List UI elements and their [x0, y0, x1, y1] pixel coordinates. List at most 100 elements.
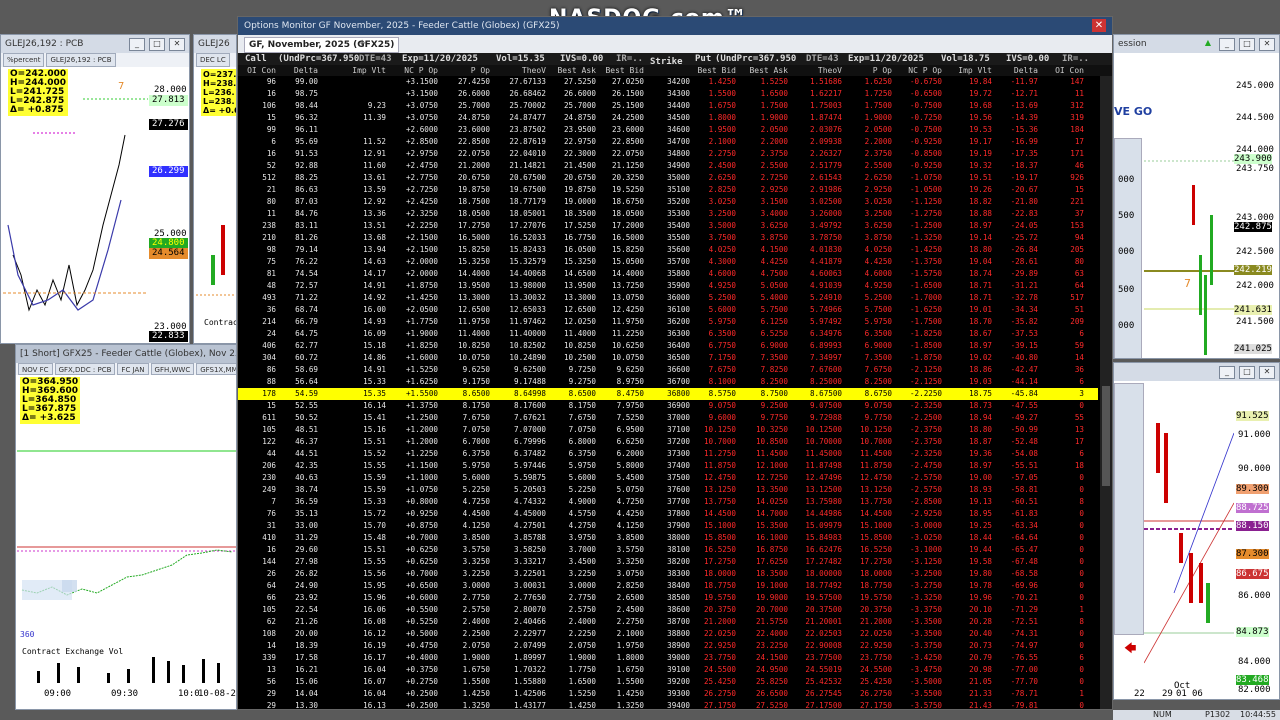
call-cell[interactable]: 13.30	[266, 700, 318, 709]
call-cell[interactable]: 87.03	[266, 196, 318, 208]
call-cell[interactable]: 20.6750	[544, 172, 596, 184]
call-cell[interactable]: 56.64	[266, 376, 318, 388]
put-cell[interactable]: 12.4750	[840, 472, 892, 484]
call-cell[interactable]: 14.92	[334, 292, 386, 304]
put-cell[interactable]: 15.8500	[840, 532, 892, 544]
call-cell[interactable]: 1.9000	[438, 652, 490, 664]
call-cell[interactable]: +0.6250	[386, 556, 438, 568]
call-cell[interactable]: +0.4000	[386, 652, 438, 664]
call-cell[interactable]: +1.5250	[386, 364, 438, 376]
call-cell[interactable]: 11.4000	[438, 328, 490, 340]
option-row[interactable]: 304 60.72 14.86 +1.6000 10.0750 10.24890 10.25…	[238, 352, 1098, 364]
put-cell[interactable]: 6.9000	[840, 340, 892, 352]
put-cell[interactable]: 5.7500	[736, 304, 788, 316]
put-cell[interactable]: 8	[1032, 496, 1084, 508]
call-cell[interactable]: 7.67621	[494, 412, 546, 424]
put-cell[interactable]: 6.89993	[790, 340, 842, 352]
put-cell[interactable]: 19.36	[940, 448, 992, 460]
put-cell[interactable]: -35.82	[986, 316, 1038, 328]
call-cell[interactable]: 1.6500	[544, 676, 596, 688]
call-cell[interactable]: 40.63	[266, 472, 318, 484]
call-cell[interactable]: 9.2750	[544, 376, 596, 388]
put-cell[interactable]: -2.1250	[890, 376, 942, 388]
put-cell[interactable]: 19.51	[940, 172, 992, 184]
call-cell[interactable]: 15.35	[334, 388, 386, 400]
put-cell[interactable]: 17	[1032, 136, 1084, 148]
call-cell[interactable]: 18.0500	[438, 208, 490, 220]
call-cell[interactable]: 15.59	[334, 484, 386, 496]
option-row[interactable]: 339 17.58 16.17 +0.4000 1.9000 1.89997 1.9000 1…	[238, 652, 1098, 664]
strike-cell[interactable]: 37700	[638, 496, 690, 508]
put-cell[interactable]: 21.2000	[684, 616, 736, 628]
call-cell[interactable]: 5.6000	[438, 472, 490, 484]
call-cell[interactable]: 26.6000	[438, 88, 490, 100]
call-cell[interactable]: 23.6000	[592, 124, 644, 136]
put-cell[interactable]: 24.1500	[736, 652, 788, 664]
call-cell[interactable]: 9.1750	[438, 376, 490, 388]
call-cell[interactable]: 44.51	[266, 448, 318, 460]
call-col-header[interactable]: Best Bid	[594, 65, 644, 76]
call-cell[interactable]: 19.67500	[494, 184, 546, 196]
put-cell[interactable]: 6	[1032, 448, 1084, 460]
put-cell[interactable]: 18.82	[940, 196, 992, 208]
put-cell[interactable]: 2.6250	[684, 172, 736, 184]
put-cell[interactable]: 0	[1032, 700, 1084, 709]
option-row[interactable]: 48 72.57 14.91 +1.8750 13.9500 13.98000 13.950…	[238, 280, 1098, 292]
call-cell[interactable]: 6.9500	[592, 424, 644, 436]
maximize-icon[interactable]: □	[1239, 366, 1255, 379]
call-cell[interactable]: 26.82	[266, 568, 318, 580]
call-cell[interactable]: +1.5500	[386, 388, 438, 400]
put-cell[interactable]: 18.74	[940, 268, 992, 280]
put-cell[interactable]: 14.0250	[736, 496, 788, 508]
call-cell[interactable]: 2.4000	[438, 616, 490, 628]
put-cell[interactable]: 19.17	[940, 136, 992, 148]
call-cell[interactable]: 19.8750	[438, 184, 490, 196]
put-cell[interactable]: 18.7750	[684, 580, 736, 592]
call-cell[interactable]: 2.40466	[494, 616, 546, 628]
put-cell[interactable]: -78.71	[986, 688, 1038, 700]
call-cell[interactable]: 7.07000	[494, 424, 546, 436]
put-cell[interactable]: 7.8250	[736, 364, 788, 376]
put-cell[interactable]: 16.8750	[736, 544, 788, 556]
strike-cell[interactable]: 36000	[638, 292, 690, 304]
put-cell[interactable]: 10.1250	[684, 424, 736, 436]
call-cell[interactable]: 1.5500	[592, 676, 644, 688]
put-cell[interactable]: 19.19	[940, 148, 992, 160]
put-cell[interactable]: 10.1250	[840, 424, 892, 436]
put-cell[interactable]: -42.47	[986, 364, 1038, 376]
put-col-header[interactable]: P Op	[842, 65, 892, 76]
put-cell[interactable]: 17.27482	[790, 556, 842, 568]
option-row[interactable]: 410 31.29 15.48 +0.7000 3.8500 3.85788 3.9750 3…	[238, 532, 1098, 544]
put-cell[interactable]: 19.5750	[684, 592, 736, 604]
call-cell[interactable]: 99.00	[266, 76, 318, 88]
call-cell[interactable]: 27.67133	[494, 76, 546, 88]
arrow-icon[interactable]: 🡄	[1124, 639, 1136, 660]
call-cell[interactable]: +0.2500	[386, 688, 438, 700]
call-cell[interactable]: 22.04010	[494, 148, 546, 160]
put-cell[interactable]: 15.09979	[790, 520, 842, 532]
put-cell[interactable]: 18.75	[940, 388, 992, 400]
put-cell[interactable]: 2.0500	[736, 124, 788, 136]
put-cell[interactable]: -31.21	[986, 280, 1038, 292]
call-cell[interactable]: 15.0500	[592, 256, 644, 268]
call-cell[interactable]: 16.14	[334, 400, 386, 412]
call-cell[interactable]: 25.7000	[438, 100, 490, 112]
call-cell[interactable]: 24.90	[266, 580, 318, 592]
put-cell[interactable]: -3.3500	[890, 616, 942, 628]
call-cell[interactable]: 9.7250	[544, 364, 596, 376]
call-cell[interactable]: 1.5500	[438, 676, 490, 688]
call-cell[interactable]: 60.72	[266, 352, 318, 364]
put-cell[interactable]: 4.91039	[790, 280, 842, 292]
call-cell[interactable]: 3.4500	[544, 556, 596, 568]
call-cell[interactable]: +0.9250	[386, 508, 438, 520]
put-cell[interactable]: 5.7500	[840, 304, 892, 316]
put-cell[interactable]: 20.98	[940, 664, 992, 676]
put-cell[interactable]: -77.00	[986, 664, 1038, 676]
put-cell[interactable]: -1.0500	[890, 184, 942, 196]
put-cell[interactable]: 1.87474	[790, 112, 842, 124]
call-cell[interactable]: 4.7250	[592, 496, 644, 508]
left-chart-titlebar[interactable]: GLEJ26,192 : PCB _ □ ✕	[1, 35, 189, 53]
vertical-scrollbar[interactable]	[1100, 76, 1112, 709]
call-cell[interactable]: 3.0000	[544, 580, 596, 592]
put-cell[interactable]: 3.8750	[840, 232, 892, 244]
